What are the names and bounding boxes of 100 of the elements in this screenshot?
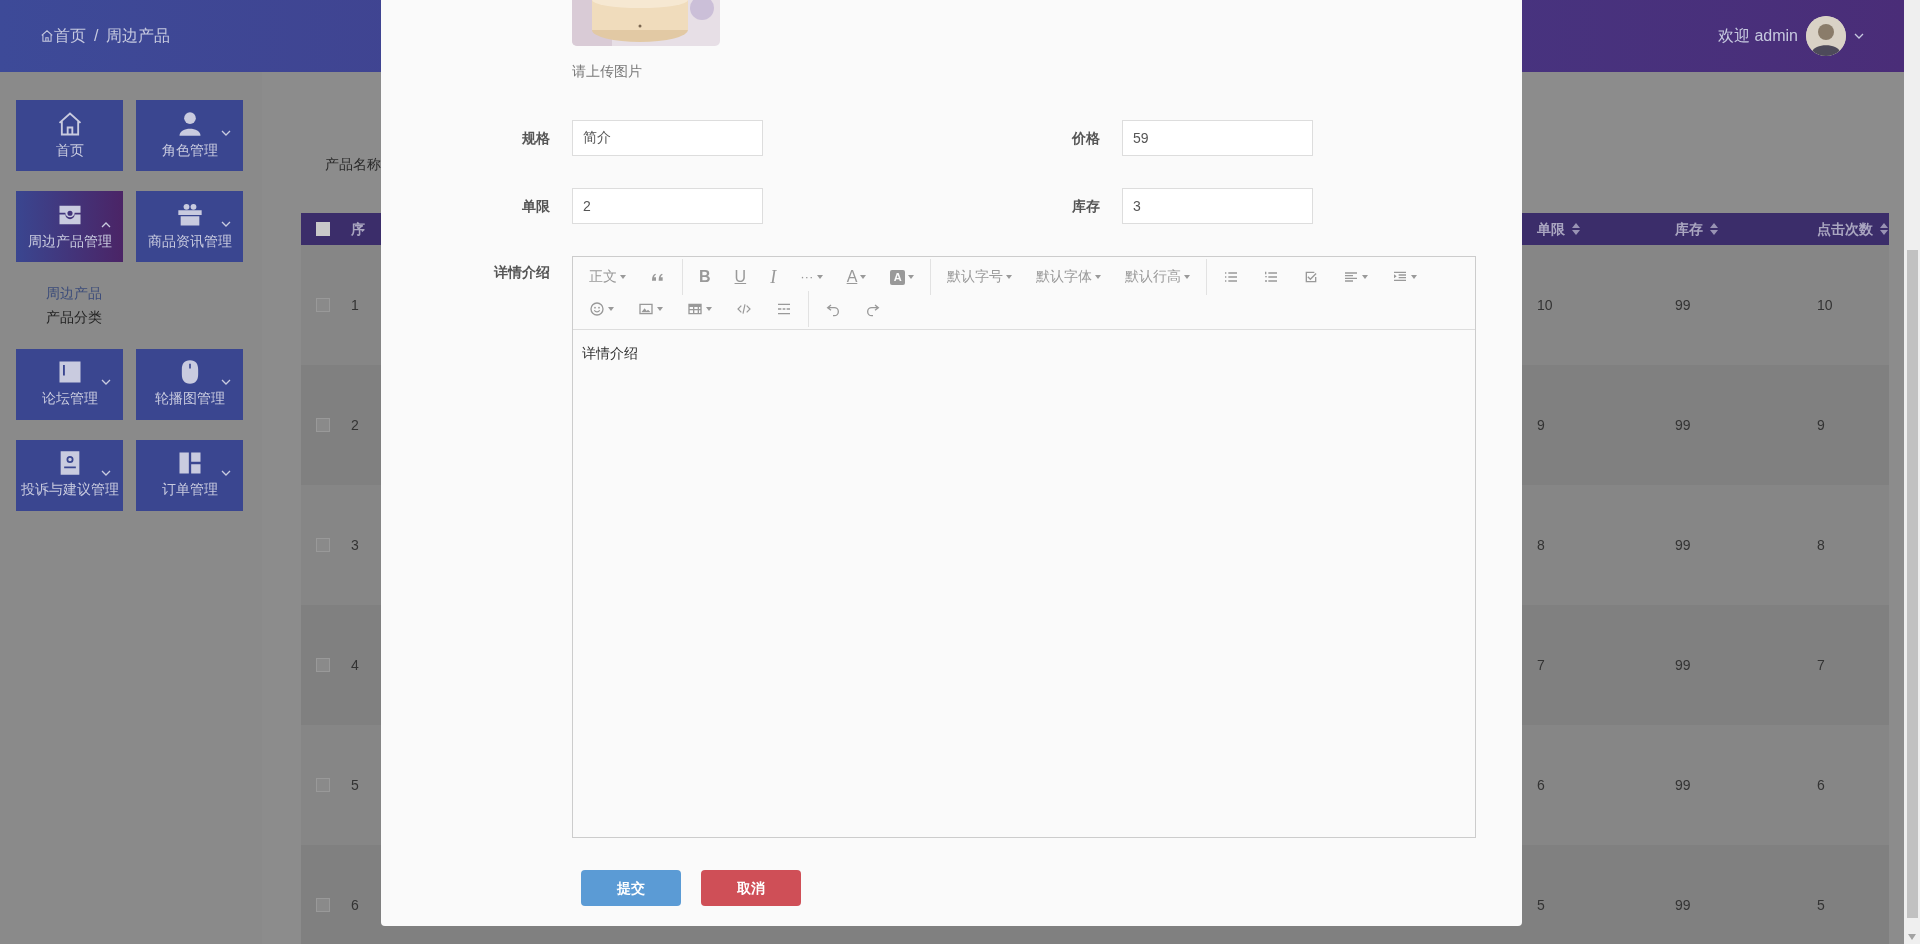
table-cell-text: 7	[1817, 655, 1825, 675]
caret-icon	[1411, 275, 1418, 279]
caret-icon	[860, 275, 867, 279]
expand-caret-icon	[221, 378, 231, 386]
toolbar-button[interactable]: A	[834, 262, 879, 292]
table-cell-text: 99	[1675, 895, 1691, 915]
table-cell-text: 4	[351, 655, 359, 675]
scrollbar-thumb[interactable]	[1907, 250, 1918, 918]
input-field[interactable]: 59	[1122, 120, 1313, 156]
toolbar-button[interactable]: U	[722, 262, 759, 292]
menu-tile[interactable]: 论坛管理	[16, 348, 123, 420]
menu-tile[interactable]: 角色管理	[136, 100, 243, 171]
table-cell-text: 10	[1817, 295, 1833, 315]
collapse-caret-icon	[101, 221, 111, 228]
cancel-button[interactable]: 取消	[701, 870, 801, 906]
caret-icon	[1095, 275, 1102, 279]
input-field[interactable]: 简介	[572, 120, 763, 156]
divider-line-icon	[776, 301, 792, 317]
table-cell-text: 2	[351, 415, 359, 435]
welcome-text: 欢迎 admin	[1717, 26, 1798, 46]
field-label: 价格	[1070, 129, 1100, 148]
caret-icon	[620, 275, 626, 279]
table-cell-text: 5	[351, 775, 359, 795]
menu-tile[interactable]: 首页	[16, 100, 123, 171]
breadcrumb-link[interactable]: 周边产品	[106, 24, 171, 48]
expand-caret-icon	[221, 221, 231, 228]
table-cell-text: 5	[1537, 895, 1545, 915]
image-icon	[638, 301, 654, 317]
sort-icon[interactable]	[1879, 222, 1889, 236]
table-cell-text: 6	[351, 895, 359, 915]
menu-tile[interactable]: 轮播图管理	[136, 348, 243, 420]
table-cell-text: 5	[1817, 895, 1825, 915]
table-cell-text: 8	[1817, 535, 1825, 555]
table-cell-text: 99	[1675, 775, 1691, 795]
expand-caret-icon	[221, 130, 231, 137]
breadcrumb-separator: /	[94, 26, 99, 46]
table-cell-text: 6	[1817, 775, 1825, 795]
emoji-icon	[589, 301, 605, 317]
column-header[interactable]: 单限	[1537, 218, 1565, 240]
sort-icon[interactable]	[1571, 222, 1581, 236]
code-icon	[736, 301, 752, 317]
table-cell-text: 6	[1537, 775, 1545, 795]
menu-tile[interactable]: 订单管理	[136, 439, 243, 511]
caret-icon	[1184, 275, 1191, 279]
caret-icon	[1362, 275, 1369, 279]
toolbar-button[interactable]: ···	[788, 262, 835, 292]
bulleted-list-icon	[1223, 269, 1240, 285]
toolbar-button[interactable]: 默认字号	[935, 262, 1025, 292]
field-label: 库存	[1071, 197, 1100, 216]
caret-icon	[657, 307, 663, 311]
table-cell-text: 9	[1817, 415, 1825, 435]
table-cell-text: 9	[1537, 415, 1545, 435]
caret-icon	[816, 275, 823, 279]
row-checkbox[interactable]	[316, 898, 330, 912]
home-icon	[40, 29, 54, 43]
column-header[interactable]: 点击次数	[1817, 218, 1873, 240]
toolbar-button[interactable]: 正文	[577, 262, 638, 292]
field-label: 单限	[521, 197, 550, 216]
table-cell-text: 3	[351, 535, 359, 555]
field-label: 规格	[521, 129, 550, 148]
field-label: 详情介绍	[493, 263, 551, 282]
table-cell-text: 10	[1537, 295, 1553, 315]
submenu-link[interactable]: 产品分类	[46, 308, 243, 329]
menu-tile[interactable]: 商品资讯管理	[136, 191, 243, 262]
caret-icon	[908, 275, 915, 279]
table-icon	[687, 301, 703, 317]
table-cell-text: 7	[1537, 655, 1545, 675]
toolbar-button[interactable]: B	[687, 262, 723, 292]
row-checkbox[interactable]	[316, 418, 330, 432]
submit-button[interactable]: 提交	[581, 870, 681, 906]
menu-tile[interactable]: 投诉与建议管理	[16, 439, 123, 511]
numbered-list-icon	[1263, 269, 1280, 285]
expand-caret-icon	[221, 469, 231, 477]
toolbar-button[interactable]: 默认行高	[1113, 262, 1203, 292]
scroll-down-icon[interactable]	[1908, 934, 1916, 940]
table-cell-text: 99	[1675, 295, 1691, 315]
table-cell-text: 1	[351, 295, 359, 315]
sort-icon[interactable]	[1709, 222, 1719, 236]
toolbar-button[interactable]: 默认字体	[1024, 262, 1114, 292]
toolbar-button[interactable]: I	[758, 262, 789, 292]
upload-hint: 请上传图片	[572, 63, 643, 81]
input-field[interactable]: 3	[1122, 188, 1313, 224]
table-cell-text: 8	[1537, 535, 1545, 555]
dropdown-caret-icon[interactable]	[1854, 32, 1864, 40]
breadcrumb-link[interactable]: 首页	[40, 24, 86, 48]
row-checkbox[interactable]	[316, 658, 330, 672]
select-all-checkbox[interactable]	[316, 222, 330, 236]
column-header[interactable]: 库存	[1675, 218, 1703, 240]
table-cell-text: 99	[1675, 655, 1691, 675]
input-field[interactable]: 2	[572, 188, 763, 224]
expand-caret-icon	[101, 469, 111, 477]
search-label: 产品名称	[325, 156, 381, 172]
editor-text: 详情介绍	[581, 345, 639, 363]
avatar-icon[interactable]	[1806, 16, 1846, 56]
column-header[interactable]: 序	[351, 218, 365, 240]
caret-icon	[608, 307, 614, 311]
menu-tile[interactable]: 周边产品管理	[16, 191, 123, 262]
caret-icon	[1006, 275, 1013, 279]
align-icon	[1343, 269, 1360, 285]
toolbar-button[interactable]: A	[878, 262, 927, 292]
